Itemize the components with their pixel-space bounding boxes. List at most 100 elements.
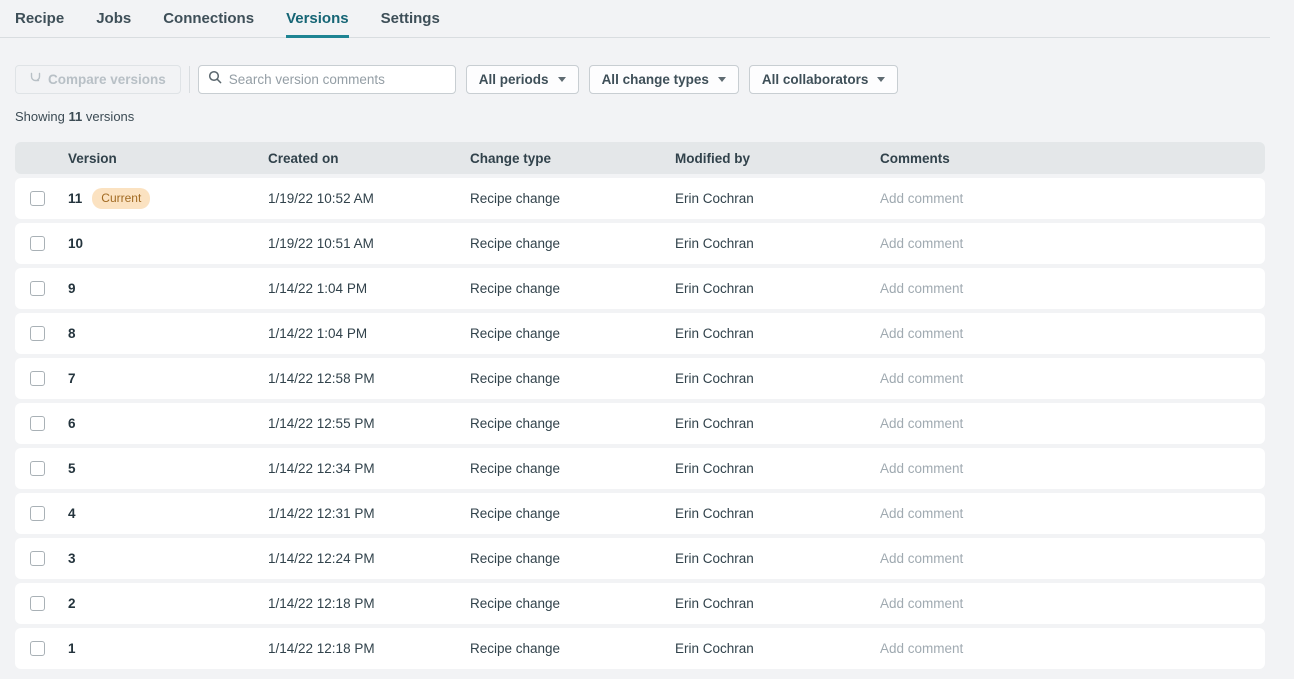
row-checkbox[interactable]: [30, 236, 45, 251]
periods-filter-label: All periods: [479, 72, 549, 87]
created-on-cell: 1/14/22 12:55 PM: [263, 416, 465, 431]
row-checkbox[interactable]: [30, 641, 45, 656]
created-on-cell: 1/14/22 12:24 PM: [263, 551, 465, 566]
version-number: 3: [68, 551, 76, 566]
row-checkbox[interactable]: [30, 281, 45, 296]
created-on-cell: 1/14/22 12:31 PM: [263, 506, 465, 521]
row-checkbox[interactable]: [30, 596, 45, 611]
modified-by-cell: Erin Cochran: [670, 551, 875, 566]
versions-count-summary: Showing 11 versions: [15, 109, 1294, 124]
search-box: [198, 65, 456, 94]
add-comment-link[interactable]: Add comment: [880, 326, 963, 341]
row-checkbox[interactable]: [30, 191, 45, 206]
table-row: 10 1/19/22 10:51 AM Recipe change Erin C…: [15, 223, 1265, 264]
search-input[interactable]: [229, 72, 446, 87]
add-comment-link[interactable]: Add comment: [880, 281, 963, 296]
tab-connections[interactable]: Connections: [163, 0, 254, 38]
comments-cell: Add comment: [875, 506, 1265, 521]
change-type-cell: Recipe change: [465, 641, 670, 656]
collaborators-filter-dropdown[interactable]: All collaborators: [749, 65, 899, 94]
tab-settings[interactable]: Settings: [381, 0, 440, 38]
comments-cell: Add comment: [875, 236, 1265, 251]
modified-by-cell: Erin Cochran: [670, 371, 875, 386]
version-number: 5: [68, 461, 76, 476]
created-on-cell: 1/14/22 1:04 PM: [263, 281, 465, 296]
checkbox-cell: [15, 236, 63, 251]
modified-by-cell: Erin Cochran: [670, 506, 875, 521]
tab-jobs[interactable]: Jobs: [96, 0, 131, 38]
column-header-comments: Comments: [875, 151, 1265, 166]
version-cell: 8: [63, 326, 263, 341]
versions-toolbar: Compare versions All periods All change …: [15, 65, 1294, 94]
version-number: 11: [68, 191, 82, 206]
modified-by-cell: Erin Cochran: [670, 191, 875, 206]
checkbox-cell: [15, 641, 63, 656]
modified-by-cell: Erin Cochran: [670, 416, 875, 431]
table-row: 6 1/14/22 12:55 PM Recipe change Erin Co…: [15, 403, 1265, 444]
tab-versions[interactable]: Versions: [286, 0, 349, 38]
created-on-cell: 1/19/22 10:51 AM: [263, 236, 465, 251]
add-comment-link[interactable]: Add comment: [880, 596, 963, 611]
version-number: 6: [68, 416, 76, 431]
table-row: 4 1/14/22 12:31 PM Recipe change Erin Co…: [15, 493, 1265, 534]
comments-cell: Add comment: [875, 641, 1265, 656]
change-type-cell: Recipe change: [465, 236, 670, 251]
compare-versions-label: Compare versions: [48, 72, 166, 87]
add-comment-link[interactable]: Add comment: [880, 551, 963, 566]
table-header-row: Version Created on Change type Modified …: [15, 142, 1265, 174]
column-header-created-on: Created on: [263, 151, 465, 166]
table-row: 11 Current 1/19/22 10:52 AM Recipe chang…: [15, 178, 1265, 219]
add-comment-link[interactable]: Add comment: [880, 416, 963, 431]
add-comment-link[interactable]: Add comment: [880, 191, 963, 206]
comments-cell: Add comment: [875, 416, 1265, 431]
version-number: 9: [68, 281, 76, 296]
created-on-cell: 1/19/22 10:52 AM: [263, 191, 465, 206]
version-cell: 10: [63, 236, 263, 251]
row-checkbox[interactable]: [30, 371, 45, 386]
add-comment-link[interactable]: Add comment: [880, 236, 963, 251]
modified-by-cell: Erin Cochran: [670, 461, 875, 476]
add-comment-link[interactable]: Add comment: [880, 506, 963, 521]
comments-cell: Add comment: [875, 551, 1265, 566]
version-number: 8: [68, 326, 76, 341]
change-type-cell: Recipe change: [465, 371, 670, 386]
tab-recipe[interactable]: Recipe: [15, 0, 64, 38]
row-checkbox[interactable]: [30, 416, 45, 431]
compare-branch-icon: [30, 72, 41, 87]
created-on-cell: 1/14/22 12:58 PM: [263, 371, 465, 386]
row-checkbox[interactable]: [30, 506, 45, 521]
row-checkbox[interactable]: [30, 326, 45, 341]
summary-suffix: versions: [86, 109, 134, 124]
checkbox-cell: [15, 596, 63, 611]
version-number: 4: [68, 506, 76, 521]
version-cell: 9: [63, 281, 263, 296]
change-type-cell: Recipe change: [465, 461, 670, 476]
change-type-cell: Recipe change: [465, 326, 670, 341]
periods-filter-dropdown[interactable]: All periods: [466, 65, 579, 94]
created-on-cell: 1/14/22 1:04 PM: [263, 326, 465, 341]
version-cell: 1: [63, 641, 263, 656]
summary-count: 11: [69, 109, 83, 124]
add-comment-link[interactable]: Add comment: [880, 461, 963, 476]
compare-versions-button[interactable]: Compare versions: [15, 65, 181, 94]
chevron-down-icon: [877, 77, 885, 82]
change-type-cell: Recipe change: [465, 191, 670, 206]
checkbox-cell: [15, 371, 63, 386]
row-checkbox[interactable]: [30, 461, 45, 476]
version-cell: 5: [63, 461, 263, 476]
version-cell: 7: [63, 371, 263, 386]
modified-by-cell: Erin Cochran: [670, 281, 875, 296]
change-type-cell: Recipe change: [465, 506, 670, 521]
change-type-cell: Recipe change: [465, 551, 670, 566]
modified-by-cell: Erin Cochran: [670, 236, 875, 251]
summary-prefix: Showing: [15, 109, 65, 124]
row-checkbox[interactable]: [30, 551, 45, 566]
version-cell: 11 Current: [63, 188, 263, 209]
created-on-cell: 1/14/22 12:34 PM: [263, 461, 465, 476]
add-comment-link[interactable]: Add comment: [880, 371, 963, 386]
change-types-filter-dropdown[interactable]: All change types: [589, 65, 739, 94]
comments-cell: Add comment: [875, 596, 1265, 611]
add-comment-link[interactable]: Add comment: [880, 641, 963, 656]
checkbox-cell: [15, 506, 63, 521]
version-number: 7: [68, 371, 76, 386]
